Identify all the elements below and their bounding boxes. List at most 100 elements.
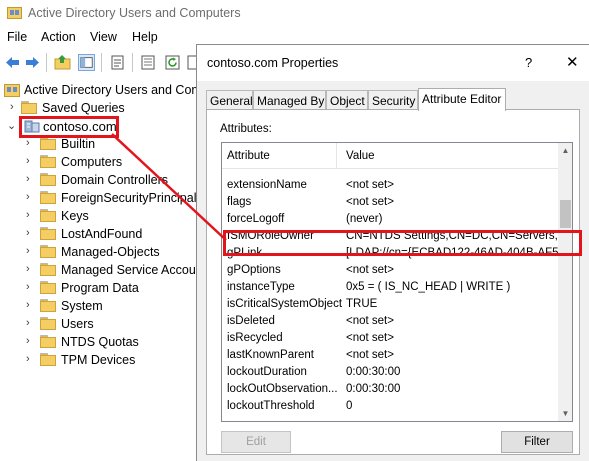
chevron-down-icon[interactable]: ⌄ xyxy=(7,119,17,133)
console-tree-icon[interactable] xyxy=(78,54,95,71)
tree-item-label: Program Data xyxy=(61,281,139,295)
attribute-value: TRUE xyxy=(346,298,378,310)
export-list-icon[interactable] xyxy=(140,54,157,71)
attribute-value: <not set> xyxy=(346,315,394,327)
attributes-label: Attributes: xyxy=(220,123,272,135)
folder-icon xyxy=(40,137,56,151)
aduc-app-icon xyxy=(7,7,22,19)
attributes-list[interactable]: Attribute Value extensionName <not set> f… xyxy=(221,142,573,422)
folder-icon xyxy=(40,263,56,277)
tab-attribute-editor[interactable]: Attribute Editor xyxy=(418,88,506,111)
folder-icon xyxy=(40,191,56,205)
refresh-icon[interactable] xyxy=(164,54,181,71)
chevron-right-icon[interactable]: › xyxy=(26,173,36,187)
scrollbar-thumb[interactable] xyxy=(560,200,571,228)
list-row[interactable]: isRecycled <not set> xyxy=(222,331,558,348)
column-divider[interactable] xyxy=(336,143,337,169)
attribute-value: 0:00:30:00 xyxy=(346,383,401,395)
folder-icon xyxy=(40,155,56,169)
attribute-name: lastKnownParent xyxy=(227,349,314,361)
tree-item-label: TPM Devices xyxy=(61,353,136,367)
edit-button[interactable]: Edit xyxy=(221,431,291,453)
attribute-name: extensionName xyxy=(227,179,307,191)
filter-button[interactable]: Filter xyxy=(501,431,573,453)
attribute-name: flags xyxy=(227,196,252,208)
attribute-editor-panel: Attributes: Attribute Value extensionNam… xyxy=(206,109,580,455)
back-icon[interactable] xyxy=(4,54,21,71)
chevron-right-icon[interactable]: › xyxy=(10,101,20,115)
close-button[interactable]: ✕ xyxy=(566,53,579,71)
toolbar-separator xyxy=(46,53,47,72)
chevron-right-icon[interactable]: › xyxy=(26,335,36,349)
chevron-right-icon[interactable]: › xyxy=(26,317,36,331)
tree-item-label: Computers xyxy=(61,155,123,169)
window-titlebar: Active Directory Users and Computers xyxy=(0,0,589,27)
tab-security[interactable]: Security xyxy=(368,90,418,110)
attribute-name: forceLogoff xyxy=(227,213,285,225)
list-row[interactable]: isCriticalSystemObject TRUE xyxy=(222,297,558,314)
list-header: Attribute Value xyxy=(222,143,558,169)
menu-action[interactable]: Action xyxy=(41,30,76,44)
attribute-name: lockoutDuration xyxy=(227,366,307,378)
tree-item-label: LostAndFound xyxy=(61,227,143,241)
vertical-scrollbar[interactable]: ▲ ▼ xyxy=(558,143,572,421)
tree-item-label: Saved Queries xyxy=(42,101,125,115)
tree-item-label: Domain Controllers xyxy=(61,173,168,187)
tree-item-label: System xyxy=(61,299,103,313)
list-row[interactable]: isDeleted <not set> xyxy=(222,314,558,331)
forward-icon[interactable] xyxy=(24,54,41,71)
dialog-titlebar: contoso.com Properties ? ✕ xyxy=(197,45,589,81)
list-row[interactable]: gPOptions <not set> xyxy=(222,263,558,280)
attribute-name: isRecycled xyxy=(227,332,283,344)
chevron-right-icon[interactable]: › xyxy=(26,209,36,223)
list-row[interactable]: lockoutDuration 0:00:30:00 xyxy=(222,365,558,382)
highlight-box-domain xyxy=(19,116,119,138)
tree-item-label: Keys xyxy=(61,209,89,223)
menu-file[interactable]: File xyxy=(7,30,27,44)
window-title: Active Directory Users and Computers xyxy=(28,6,241,20)
attribute-name: isCriticalSystemObject xyxy=(227,298,343,310)
menu-help[interactable]: Help xyxy=(132,30,158,44)
tree-root-label: Active Directory Users and Com xyxy=(24,83,202,97)
list-row[interactable]: flags <not set> xyxy=(222,195,558,212)
aduc-root-icon xyxy=(4,83,20,97)
toolbar xyxy=(0,50,202,76)
chevron-right-icon[interactable]: › xyxy=(26,155,36,169)
chevron-right-icon[interactable]: › xyxy=(26,137,36,151)
chevron-right-icon[interactable]: › xyxy=(26,227,36,241)
tree-item-label: ForeignSecurityPrincipal xyxy=(61,191,197,205)
list-row[interactable]: lockoutThreshold 0 xyxy=(222,399,558,416)
chevron-right-icon[interactable]: › xyxy=(26,281,36,295)
column-header-attribute[interactable]: Attribute xyxy=(227,150,270,162)
list-row[interactable]: forceLogoff (never) xyxy=(222,212,558,229)
menu-view[interactable]: View xyxy=(90,30,117,44)
list-row[interactable]: instanceType 0x5 = ( IS_NC_HEAD | WRITE ) xyxy=(222,280,558,297)
tab-general[interactable]: General xyxy=(206,90,253,110)
help-button[interactable]: ? xyxy=(525,55,532,70)
tree-item-label: Users xyxy=(61,317,94,331)
tree-item-managed-service-accounts[interactable]: › Managed Service Accour xyxy=(0,262,198,280)
tab-managed-by[interactable]: Managed By xyxy=(253,90,326,110)
list-row[interactable]: lastKnownParent <not set> xyxy=(222,348,558,365)
chevron-right-icon[interactable]: › xyxy=(26,353,36,367)
chevron-right-icon[interactable]: › xyxy=(26,191,36,205)
chevron-right-icon[interactable]: › xyxy=(26,245,36,259)
folder-icon xyxy=(40,281,56,295)
list-row[interactable]: lockOutObservation... 0:00:30:00 xyxy=(222,382,558,399)
properties-icon[interactable] xyxy=(109,54,126,71)
attribute-value: <not set> xyxy=(346,196,394,208)
list-row[interactable]: extensionName <not set> xyxy=(222,178,558,195)
folder-icon xyxy=(40,299,56,313)
tree-item-label: Managed-Objects xyxy=(61,245,160,259)
attribute-value: 0x5 = ( IS_NC_HEAD | WRITE ) xyxy=(346,281,511,293)
chevron-right-icon[interactable]: › xyxy=(26,263,36,277)
ou-folder-icon xyxy=(40,245,56,259)
scroll-down-icon[interactable]: ▼ xyxy=(558,406,572,421)
scroll-up-icon[interactable]: ▲ xyxy=(558,143,572,158)
up-folder-icon[interactable] xyxy=(54,54,71,71)
attribute-value: <not set> xyxy=(346,179,394,191)
chevron-right-icon[interactable]: › xyxy=(26,299,36,313)
tab-object[interactable]: Object xyxy=(326,90,368,110)
column-header-value[interactable]: Value xyxy=(346,150,375,162)
folder-icon xyxy=(40,209,56,223)
